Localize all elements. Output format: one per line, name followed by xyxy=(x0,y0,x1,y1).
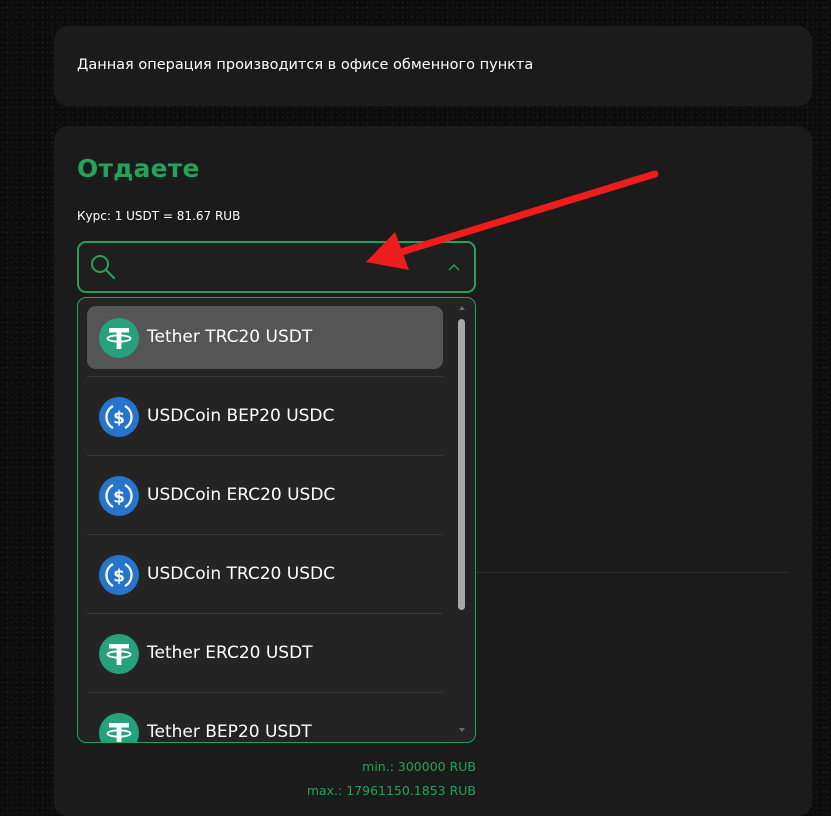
svg-text:$: $ xyxy=(113,567,125,587)
dropdown-scrollbar[interactable] xyxy=(458,306,466,736)
currency-dropdown: Tether TRC20 USDT $ USDCoin BEP20 USDC $… xyxy=(77,297,476,743)
option-divider xyxy=(87,534,443,535)
usdc-icon: $ xyxy=(99,397,139,437)
currency-option-label: Tether TRC20 USDT xyxy=(147,327,313,347)
max-amount: max.: 17961150.1853 RUB xyxy=(306,783,476,798)
option-divider xyxy=(87,376,443,377)
scroll-down-arrow-icon[interactable] xyxy=(459,728,465,732)
svg-text:$: $ xyxy=(113,488,125,508)
tether-icon xyxy=(99,634,139,674)
currency-option-label: USDCoin BEP20 USDC xyxy=(147,406,335,426)
min-amount: min.: 300000 RUB xyxy=(362,759,476,774)
currency-search-input[interactable] xyxy=(123,252,427,284)
chevron-up-icon[interactable] xyxy=(447,261,461,275)
currency-option-label: Tether ERC20 USDT xyxy=(147,643,313,663)
usdc-icon: $ xyxy=(99,476,139,516)
currency-option-usdc-bep20[interactable]: $ USDCoin BEP20 USDC xyxy=(87,385,443,448)
currency-option-tether-trc20[interactable]: Tether TRC20 USDT xyxy=(87,306,443,369)
option-divider xyxy=(87,692,443,693)
currency-option-tether-erc20[interactable]: Tether ERC20 USDT xyxy=(87,622,443,685)
exchange-rate: Курс: 1 USDT = 81.67 RUB xyxy=(77,209,241,223)
usdc-icon: $ xyxy=(99,555,139,595)
currency-search-box[interactable] xyxy=(77,241,476,293)
currency-option-label: USDCoin TRC20 USDC xyxy=(147,564,335,584)
currency-option-usdc-erc20[interactable]: $ USDCoin ERC20 USDC xyxy=(87,464,443,527)
currency-option-tether-bep20[interactable]: Tether BEP20 USDT xyxy=(87,701,443,742)
tether-icon xyxy=(99,713,139,742)
option-divider xyxy=(87,613,443,614)
section-divider xyxy=(454,572,788,573)
currency-option-label: USDCoin ERC20 USDC xyxy=(147,485,336,505)
scroll-up-arrow-icon[interactable] xyxy=(459,306,465,310)
notice-panel: Данная операция производится в офисе обм… xyxy=(54,26,812,106)
currency-option-usdc-trc20[interactable]: $ USDCoin TRC20 USDC xyxy=(87,543,443,606)
give-title: Отдаете xyxy=(77,154,200,183)
scroll-thumb[interactable] xyxy=(458,319,465,610)
search-icon xyxy=(91,255,116,280)
notice-text: Данная операция производится в офисе обм… xyxy=(77,57,534,73)
give-panel: Отдаете Курс: 1 USDT = 81.67 RUB Tether … xyxy=(54,126,812,816)
currency-option-label: Tether BEP20 USDT xyxy=(147,722,312,742)
tether-icon xyxy=(99,318,139,358)
option-divider xyxy=(87,455,443,456)
svg-text:$: $ xyxy=(113,409,125,429)
